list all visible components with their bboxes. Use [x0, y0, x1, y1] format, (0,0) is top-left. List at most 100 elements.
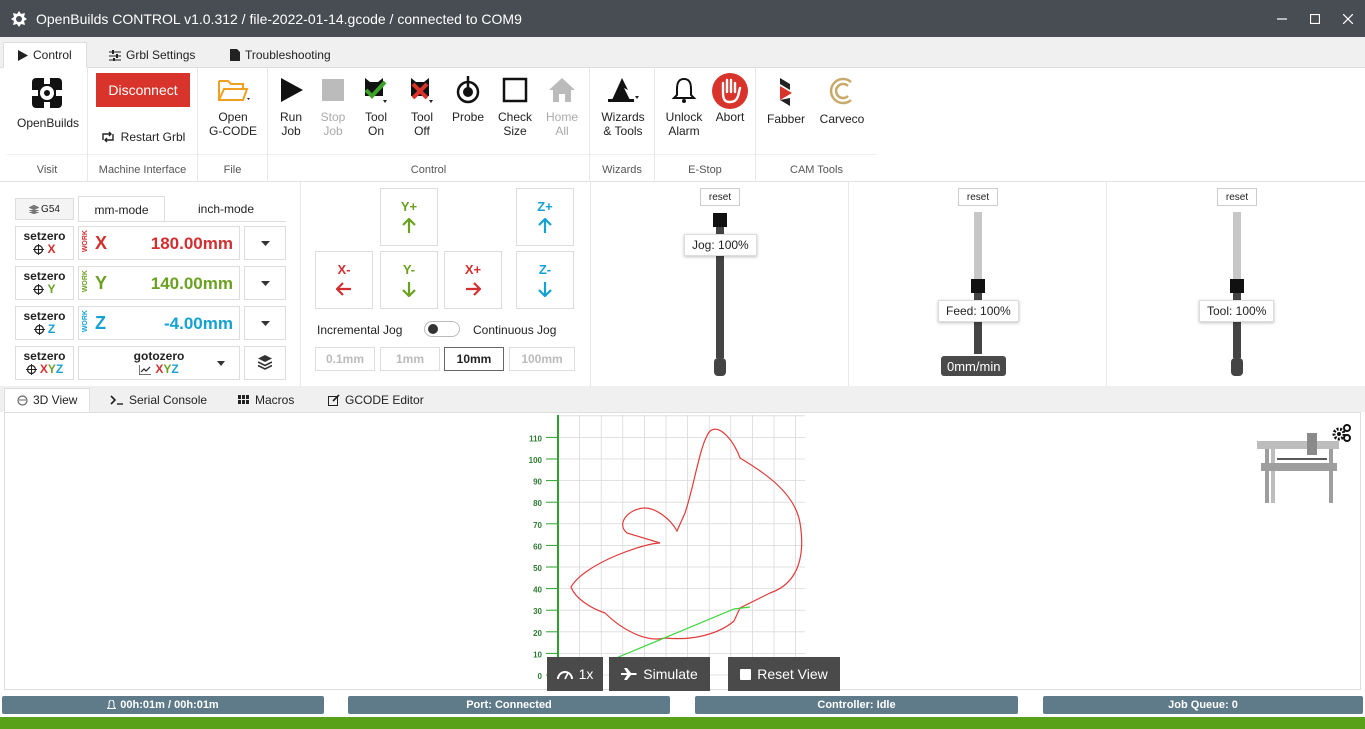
- tab-control[interactable]: Control: [3, 42, 87, 68]
- wizards-tools-button[interactable]: Wizards & Tools: [595, 74, 651, 138]
- gotozero-button[interactable]: gotozero XYZ: [78, 346, 240, 380]
- run-job-button[interactable]: Run Job: [268, 74, 314, 138]
- tab-grbl-settings[interactable]: Grbl Settings: [95, 42, 209, 68]
- jog-z-plus-button[interactable]: Z+: [516, 188, 574, 246]
- check-size-button[interactable]: Check Size: [492, 74, 538, 138]
- z-menu-dropdown[interactable]: [244, 306, 286, 340]
- terminal-icon: [110, 395, 123, 405]
- x-menu-dropdown[interactable]: [244, 226, 286, 260]
- setzero-y-button[interactable]: setzero Y: [15, 266, 74, 300]
- feed-reset-button[interactable]: reset: [958, 188, 998, 206]
- toolpath-canvas[interactable]: 0 10 20 30 40 50 60 70 80 90 100 110: [5, 413, 1360, 689]
- tab-troubleshooting[interactable]: Troubleshooting: [216, 42, 345, 68]
- controller-status: Controller: Idle: [695, 696, 1018, 714]
- wcs-selector[interactable]: G54: [15, 198, 74, 220]
- dro-y-row: WORK Y 140.00mm: [78, 266, 240, 300]
- title-bar: OpenBuilds CONTROL v1.0.312 / file-2022-…: [0, 0, 1365, 37]
- arrow-right-icon: [466, 282, 481, 296]
- arrow-up-icon: [538, 218, 552, 233]
- step-1mm-button[interactable]: 1mm: [380, 347, 440, 371]
- wizard-hat-icon: [608, 78, 639, 102]
- feed-rate-value: 0mm/min: [941, 356, 1007, 376]
- carveco-logo-icon: [829, 77, 852, 105]
- tool-reset-button[interactable]: reset: [1217, 188, 1257, 206]
- arrow-up-icon: [402, 218, 416, 233]
- tab-serial-console[interactable]: Serial Console: [98, 388, 219, 412]
- jog-y-minus-button[interactable]: Y-: [380, 251, 438, 309]
- tool-off-icon: [411, 78, 433, 103]
- jog-y-plus-button[interactable]: Y+: [380, 188, 438, 246]
- setzero-xyz-button[interactable]: setzero XYZ: [15, 346, 74, 380]
- square-icon: [740, 668, 752, 680]
- minimize-icon: [1277, 17, 1287, 20]
- y-tick-label: 40: [533, 586, 542, 595]
- view-tabbar: 3D View Serial Console Macros GCODE Edit…: [0, 386, 1365, 412]
- close-button[interactable]: [1328, 0, 1365, 37]
- sim-speed-button[interactable]: 1x: [547, 657, 603, 691]
- z-position-value: -4.00mm: [164, 314, 233, 333]
- feed-override-tooltip: Feed: 100%: [938, 300, 1019, 322]
- caret-down-icon: [260, 320, 270, 326]
- fabber-button[interactable]: Fabber: [764, 74, 808, 126]
- group-label-machine-interface: Machine Interface: [98, 164, 187, 176]
- tab-3d-view[interactable]: 3D View: [4, 388, 91, 412]
- group-estop: Unlock Alarm Abort E-Stop: [655, 68, 756, 182]
- unlock-alarm-button[interactable]: Unlock Alarm: [661, 74, 707, 138]
- grid-icon: [238, 395, 249, 404]
- abort-button[interactable]: Abort: [707, 73, 753, 124]
- setzero-z-button[interactable]: setzero Z: [15, 306, 74, 340]
- stop-job-button[interactable]: Stop Job: [310, 74, 356, 138]
- tool-off-button[interactable]: Tool Off: [399, 74, 445, 138]
- jog-reset-button[interactable]: reset: [700, 188, 740, 206]
- openbuilds-icon: [32, 78, 62, 108]
- settings-gears-icon[interactable]: [1332, 424, 1351, 442]
- step-100mm-button[interactable]: 100mm: [509, 347, 575, 371]
- jog-x-minus-button[interactable]: X-: [315, 251, 373, 309]
- restart-grbl-button[interactable]: Restart Grbl: [96, 130, 190, 144]
- edit-icon: [328, 394, 340, 406]
- home-all-button[interactable]: Home All: [539, 74, 585, 138]
- jog-slider-handle[interactable]: [713, 213, 727, 227]
- reset-view-button[interactable]: Reset View: [728, 657, 840, 691]
- y-tick-label: 50: [533, 564, 542, 573]
- probe-icon: [456, 76, 480, 104]
- maximize-icon: [1310, 13, 1320, 24]
- feed-slider-handle[interactable]: [971, 279, 985, 293]
- tool-on-button[interactable]: Tool On: [353, 74, 399, 138]
- disconnect-button[interactable]: Disconnect: [96, 73, 190, 107]
- tab-inch-mode[interactable]: inch-mode: [166, 198, 286, 220]
- probe-button[interactable]: Probe: [445, 74, 491, 124]
- setzero-x-button[interactable]: setzero X: [15, 226, 74, 260]
- crosshair-icon: [25, 364, 37, 375]
- jog-z-minus-button[interactable]: Z-: [516, 251, 574, 309]
- crosshair-icon: [33, 244, 45, 255]
- step-10mm-button[interactable]: 10mm: [444, 347, 504, 371]
- tool-slider-handle[interactable]: [1230, 279, 1244, 293]
- crosshair-icon: [33, 324, 45, 335]
- group-file: Open G-CODE File: [198, 68, 268, 182]
- tab-gcode-editor[interactable]: GCODE Editor: [316, 388, 436, 412]
- tab-mm-mode[interactable]: mm-mode: [78, 196, 165, 222]
- caret-down-icon: [217, 361, 225, 366]
- openbuilds-button[interactable]: OpenBuilds: [17, 74, 79, 130]
- y-menu-dropdown[interactable]: [244, 266, 286, 300]
- 3d-viewer[interactable]: 0 10 20 30 40 50 60 70 80 90 100 110 1x Simulate Re…: [4, 412, 1361, 691]
- y-tick-label: 70: [533, 521, 542, 530]
- progress-bar: [0, 717, 1365, 729]
- y-tick-label: 110: [529, 434, 542, 443]
- open-gcode-button[interactable]: Open G-CODE: [206, 74, 260, 138]
- simulate-button[interactable]: Simulate: [609, 657, 710, 691]
- carveco-button[interactable]: Carveco: [816, 74, 868, 126]
- bell-icon: [107, 700, 117, 709]
- layers-dropdown[interactable]: [244, 346, 286, 380]
- ribbon-tabbar: Control Grbl Settings Troubleshooting: [0, 37, 1365, 68]
- jog-override-slider: reset Jog: 100%: [590, 182, 848, 386]
- stop-hand-icon: [712, 73, 748, 109]
- tab-macros[interactable]: Macros: [226, 388, 306, 412]
- step-0-1mm-button[interactable]: 0.1mm: [315, 347, 375, 371]
- y-tick-label: 10: [533, 650, 542, 659]
- group-visit: OpenBuilds Visit: [7, 68, 88, 182]
- jog-x-plus-button[interactable]: X+: [444, 251, 502, 309]
- jog-mode-toggle[interactable]: [424, 321, 460, 337]
- caret-down-icon: [260, 240, 270, 246]
